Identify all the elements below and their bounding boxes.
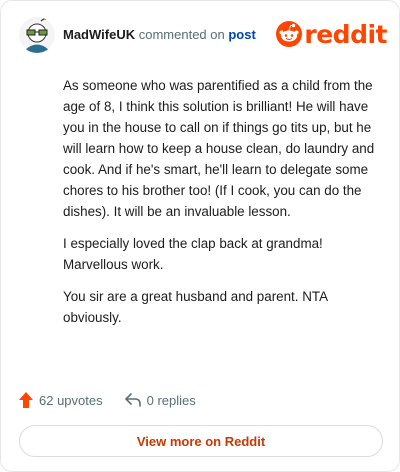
user-avatar[interactable] — [19, 17, 55, 53]
comment-body: As someone who was parentified as a chil… — [63, 75, 381, 339]
comment-embed-card: MadWifeUK commented on post reddit As so… — [0, 0, 400, 472]
reply-stat[interactable]: 0 replies — [124, 392, 196, 408]
reddit-logo[interactable]: reddit — [276, 18, 387, 50]
view-more-button[interactable]: View more on Reddit — [19, 425, 383, 457]
author-name[interactable]: MadWifeUK — [63, 27, 135, 42]
reply-arrow-icon — [124, 393, 141, 407]
upvote-stat[interactable]: 62 upvotes — [19, 392, 103, 408]
reddit-snoo-icon — [276, 21, 303, 47]
upvote-count: 62 upvotes — [39, 392, 103, 408]
comment-paragraph: I especially loved the clap back at gran… — [63, 236, 323, 272]
comment-header: MadWifeUK commented on post reddit — [19, 15, 387, 55]
comment-paragraph: You sir are a great husband and parent. … — [63, 289, 328, 325]
author-line: MadWifeUK commented on post — [63, 27, 256, 42]
reddit-wordmark: reddit — [304, 19, 387, 49]
reply-count: 0 replies — [146, 392, 196, 408]
upvote-arrow-icon — [19, 392, 33, 408]
comment-footer: 62 upvotes 0 replies — [19, 390, 218, 410]
post-link[interactable]: post — [228, 27, 255, 42]
comment-paragraph: As someone who was parentified as a chil… — [63, 78, 375, 219]
commented-on-text: commented on — [138, 27, 225, 42]
